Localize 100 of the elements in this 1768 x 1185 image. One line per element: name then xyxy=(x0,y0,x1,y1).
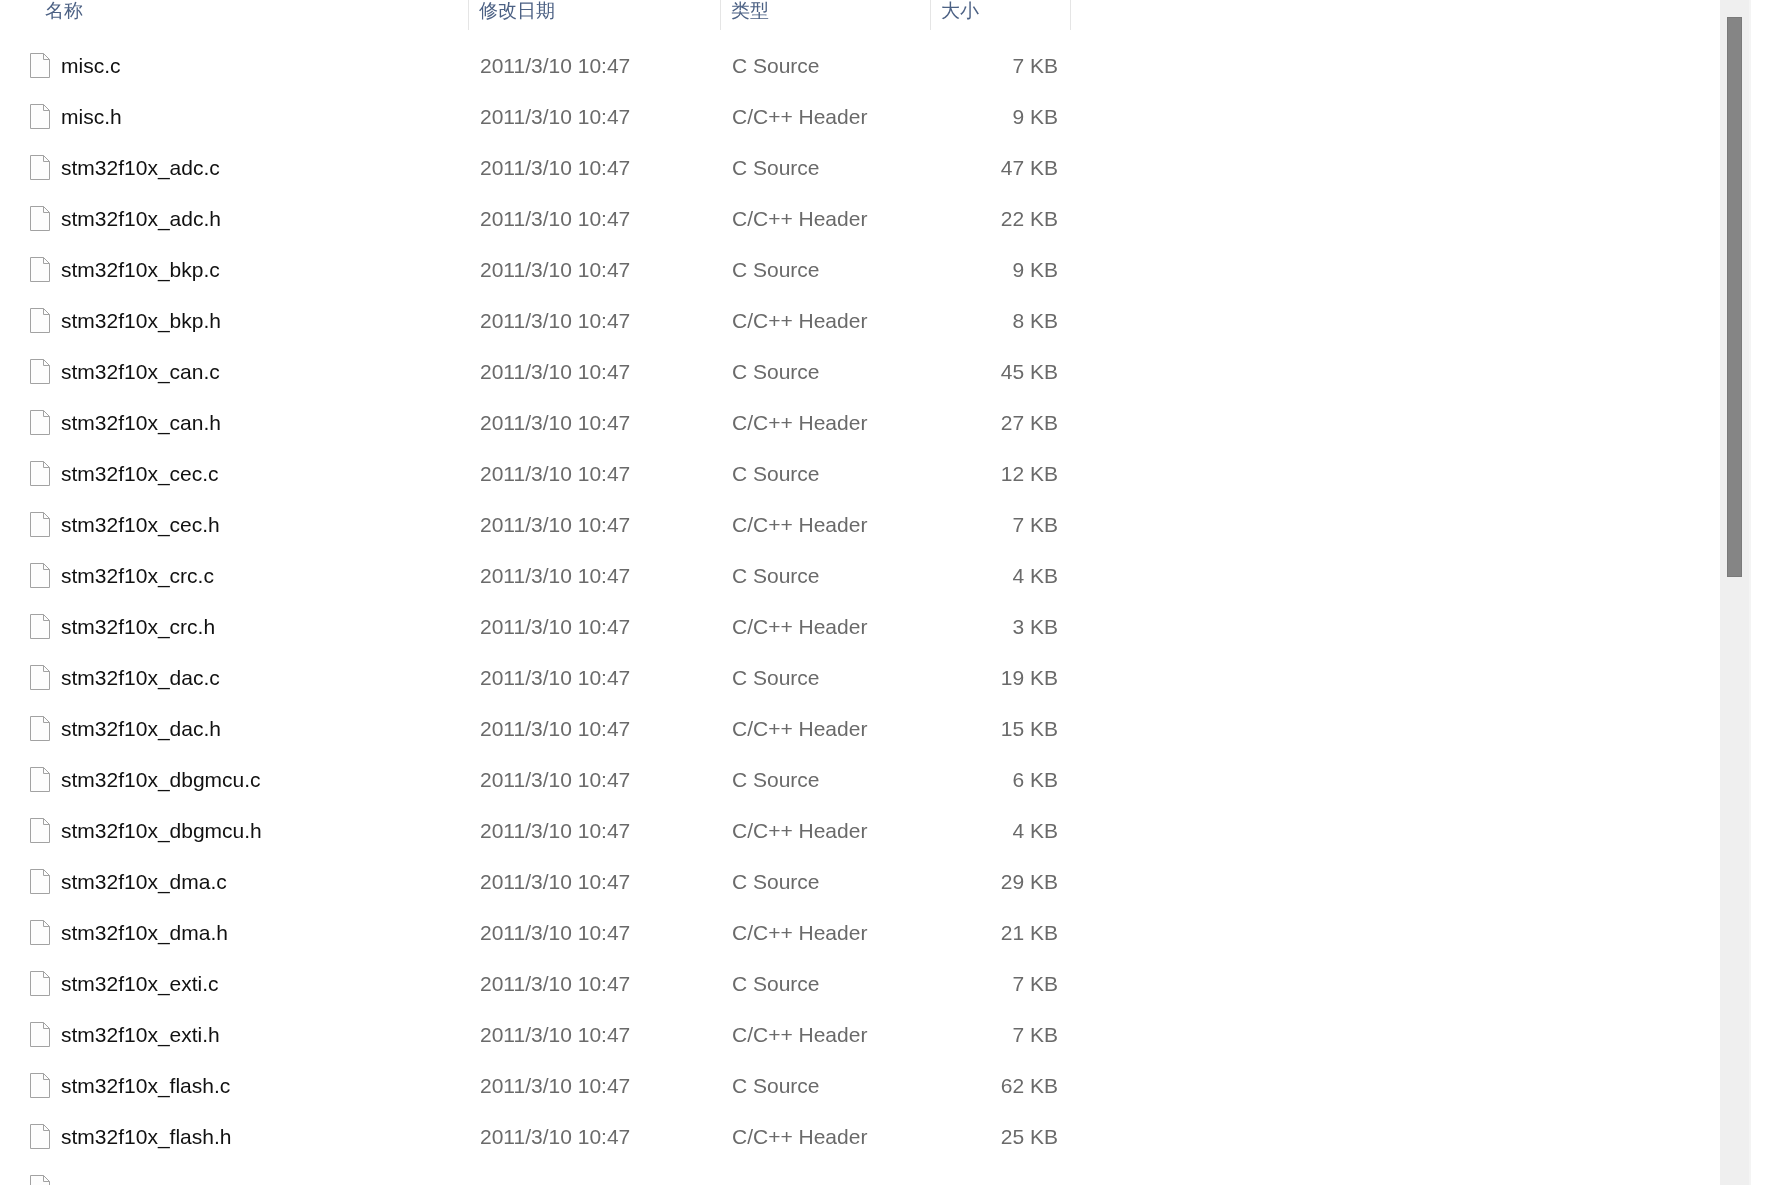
file-name: stm32f10x_cec.c xyxy=(61,460,219,487)
file-icon xyxy=(30,359,50,384)
modified-date: 2011/3/10 10:47 xyxy=(480,970,631,997)
file-type: C Source xyxy=(732,562,820,589)
column-header[interactable]: 大小 xyxy=(941,0,979,22)
file-row[interactable]: stm32f10x_exti.h 2011/3/10 10:47 C/C++ Header 7 KB xyxy=(0,1009,1071,1060)
file-size: 9 KB xyxy=(1012,256,1058,283)
file-name: stm32f10x_flash.h xyxy=(61,1123,232,1150)
file-type: C Source xyxy=(732,460,820,487)
modified-date: 2011/3/10 10:47 xyxy=(480,1021,631,1048)
file-row[interactable]: stm32f10x_cec.c 2011/3/10 10:47 C Source 12 KB xyxy=(0,448,1071,499)
modified-date: 2011/3/10 10:47 xyxy=(480,868,631,895)
file-icon xyxy=(30,104,50,129)
modified-date: 2011/3/10 10:47 xyxy=(480,613,631,640)
file-row[interactable]: stm32f10x_dma.c 2011/3/10 10:47 C Source 29 KB xyxy=(0,856,1071,907)
file-icon xyxy=(30,53,50,78)
modified-date: 2011/3/10 10:47 xyxy=(480,256,631,283)
modified-date: 2011/3/10 10:47 xyxy=(480,307,631,334)
file-size: 6 KB xyxy=(1012,766,1058,793)
file-type: C Source xyxy=(732,766,820,793)
file-name: stm32f10x_dac.h xyxy=(61,715,221,742)
file-type: C/C++ Header xyxy=(732,817,868,844)
file-name: stm32f10x_flash.c xyxy=(61,1072,231,1099)
file-type: C Source xyxy=(732,358,820,385)
file-name: stm32f10x_crc.h xyxy=(61,613,216,640)
file-icon xyxy=(30,665,50,690)
file-name: stm32f10x_dbgmcu.c xyxy=(61,766,261,793)
modified-date: 2011/3/10 10:47 xyxy=(480,919,631,946)
file-name: stm32f10x_dbgmcu.h xyxy=(61,817,262,844)
modified-date: 2011/3/10 10:47 xyxy=(480,358,631,385)
file-row[interactable]: stm32f10x_crc.h 2011/3/10 10:47 C/C++ Header 3 KB xyxy=(0,601,1071,652)
file-icon xyxy=(30,1022,50,1047)
file-row[interactable]: stm32f10x_dbgmcu.h 2011/3/10 10:47 C/C++ Header 4 KB xyxy=(0,805,1071,856)
file-row[interactable]: stm32f10x_dac.c 2011/3/10 10:47 C Source 19 KB xyxy=(0,652,1071,703)
file-icon xyxy=(30,920,50,945)
file-row[interactable]: stm32f10x_dma.h 2011/3/10 10:47 C/C++ Header 21 KB xyxy=(0,907,1071,958)
modified-date: 2011/3/10 10:47 xyxy=(480,766,631,793)
file-icon xyxy=(30,512,50,537)
file-type: C/C++ Header xyxy=(732,1123,868,1150)
file-row[interactable]: stm32f10x_flash.h 2011/3/10 10:47 C/C++ Header 25 KB xyxy=(0,1111,1071,1162)
file-size: 12 KB xyxy=(1000,460,1058,487)
file-type: C/C++ Header xyxy=(732,511,868,538)
file-name: stm32f10x_exti.h xyxy=(61,1021,220,1048)
modified-date: 2011/3/10 10:47 xyxy=(480,664,631,691)
file-size: 7 KB xyxy=(1012,1021,1058,1048)
modified-date: 2011/3/10 10:47 xyxy=(480,409,631,436)
file-size: 21 KB xyxy=(1000,919,1058,946)
scrollbar-thumb[interactable] xyxy=(1727,17,1742,577)
file-size: 19 KB xyxy=(1000,664,1058,691)
file-row[interactable]: stm32f10x_can.h 2011/3/10 10:47 C/C++ Header 27 KB xyxy=(0,397,1071,448)
file-icon xyxy=(30,818,50,843)
file-name: stm32f10x_crc.c xyxy=(61,562,214,589)
file-row[interactable]: stm32f10x_adc.h 2011/3/10 10:47 C/C++ Header 22 KB xyxy=(0,193,1071,244)
file-row[interactable]: stm32f10x_bkp.h 2011/3/10 10:47 C/C++ Header 8 KB xyxy=(0,295,1071,346)
file-type: C/C++ Header xyxy=(732,1021,868,1048)
file-size: 15 KB xyxy=(1000,715,1058,742)
file-icon xyxy=(30,206,50,231)
file-name: stm32f10x_adc.h xyxy=(61,205,221,232)
modified-date: 2011/3/10 10:47 xyxy=(480,154,631,181)
file-icon xyxy=(30,614,50,639)
file-name: misc.c xyxy=(61,52,121,79)
file-row[interactable]: stm32f10x_can.c 2011/3/10 10:47 C Source 45 KB xyxy=(0,346,1071,397)
file-name: stm32f10x_dma.h xyxy=(61,919,228,946)
column-header[interactable]: 名称 xyxy=(45,0,83,22)
file-size: 22 KB xyxy=(1000,205,1058,232)
file-name: stm32f10x_can.c xyxy=(61,358,220,385)
file-row[interactable]: misc.c 2011/3/10 10:47 C Source 7 KB xyxy=(0,40,1071,91)
scrollbar-track[interactable] xyxy=(1720,0,1749,1185)
file-name: stm32f10x_dma.c xyxy=(61,868,227,895)
file-name: stm32f10x_bkp.h xyxy=(61,307,221,334)
column-header[interactable]: 类型 xyxy=(731,0,769,22)
modified-date: 2011/3/10 10:47 xyxy=(480,511,631,538)
file-size: 7 KB xyxy=(1012,52,1058,79)
file-row[interactable]: stm32f10x_bkp.c 2011/3/10 10:47 C Source 9 KB xyxy=(0,244,1071,295)
file-type: C Source xyxy=(732,1072,820,1099)
file-size: 27 KB xyxy=(1000,409,1058,436)
file-row[interactable]: stm32f10x_exti.c 2011/3/10 10:47 C Source 7 KB xyxy=(0,958,1071,1009)
file-type: C Source xyxy=(732,868,820,895)
modified-date: 2011/3/10 10:47 xyxy=(480,460,631,487)
file-size: 29 KB xyxy=(1000,868,1058,895)
file-icon xyxy=(30,716,50,741)
column-header[interactable]: 修改日期 xyxy=(479,0,555,22)
file-name: stm32f10x_adc.c xyxy=(61,154,220,181)
file-icon xyxy=(30,869,50,894)
file-row[interactable]: stm32f10x_cec.h 2011/3/10 10:47 C/C++ Header 7 KB xyxy=(0,499,1071,550)
file-row[interactable]: misc.h 2011/3/10 10:47 C/C++ Header 9 KB xyxy=(0,91,1071,142)
file-row[interactable]: stm32f10x_crc.c 2011/3/10 10:47 C Source 4 KB xyxy=(0,550,1071,601)
file-icon xyxy=(30,410,50,435)
modified-date: 2011/3/10 10:47 xyxy=(480,715,631,742)
file-row[interactable]: stm32f10x_flash.c 2011/3/10 10:47 C Source 62 KB xyxy=(0,1060,1071,1111)
file-row[interactable]: stm32f10x_dbgmcu.c 2011/3/10 10:47 C Source 6 KB xyxy=(0,754,1071,805)
file-type: C/C++ Header xyxy=(732,205,868,232)
file-type: C Source xyxy=(732,970,820,997)
file-row[interactable]: stm32f10x_adc.c 2011/3/10 10:47 C Source 47 KB xyxy=(0,142,1071,193)
file-icon xyxy=(30,308,50,333)
modified-date: 2011/3/10 10:47 xyxy=(480,52,631,79)
file-icon xyxy=(30,563,50,588)
file-row[interactable]: stm32f10x_dac.h 2011/3/10 10:47 C/C++ Header 15 KB xyxy=(0,703,1071,754)
file-icon xyxy=(30,971,50,996)
file-name: misc.h xyxy=(61,103,122,130)
